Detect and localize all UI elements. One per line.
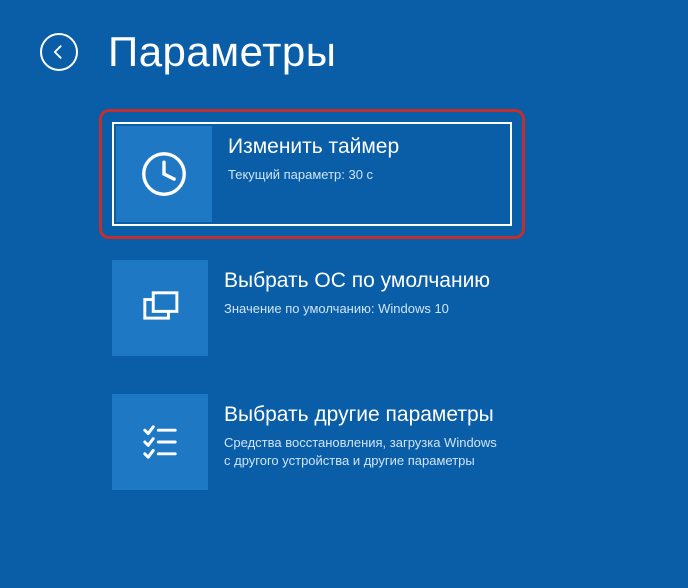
option-subtitle: Значение по умолчанию: Windows 10 (224, 300, 490, 318)
option-title: Выбрать ОС по умолчанию (224, 268, 490, 294)
options-list: Изменить таймер Текущий параметр: 30 с В… (112, 116, 688, 506)
option-title: Изменить таймер (228, 134, 399, 160)
clock-icon (116, 126, 212, 222)
back-button[interactable] (40, 33, 78, 71)
header: Параметры (0, 0, 688, 76)
arrow-left-icon (49, 42, 69, 62)
windows-icon (112, 260, 208, 356)
option-change-timer[interactable]: Изменить таймер Текущий параметр: 30 с (106, 116, 518, 232)
option-subtitle: Средства восстановления, загрузка Window… (224, 434, 498, 469)
option-title: Выбрать другие параметры (224, 402, 498, 428)
checklist-icon (112, 394, 208, 490)
page-title: Параметры (108, 28, 336, 76)
option-choose-other[interactable]: Выбрать другие параметры Средства восста… (112, 394, 512, 506)
option-choose-default-os[interactable]: Выбрать ОС по умолчанию Значение по умол… (112, 260, 512, 372)
option-subtitle: Текущий параметр: 30 с (228, 166, 399, 184)
